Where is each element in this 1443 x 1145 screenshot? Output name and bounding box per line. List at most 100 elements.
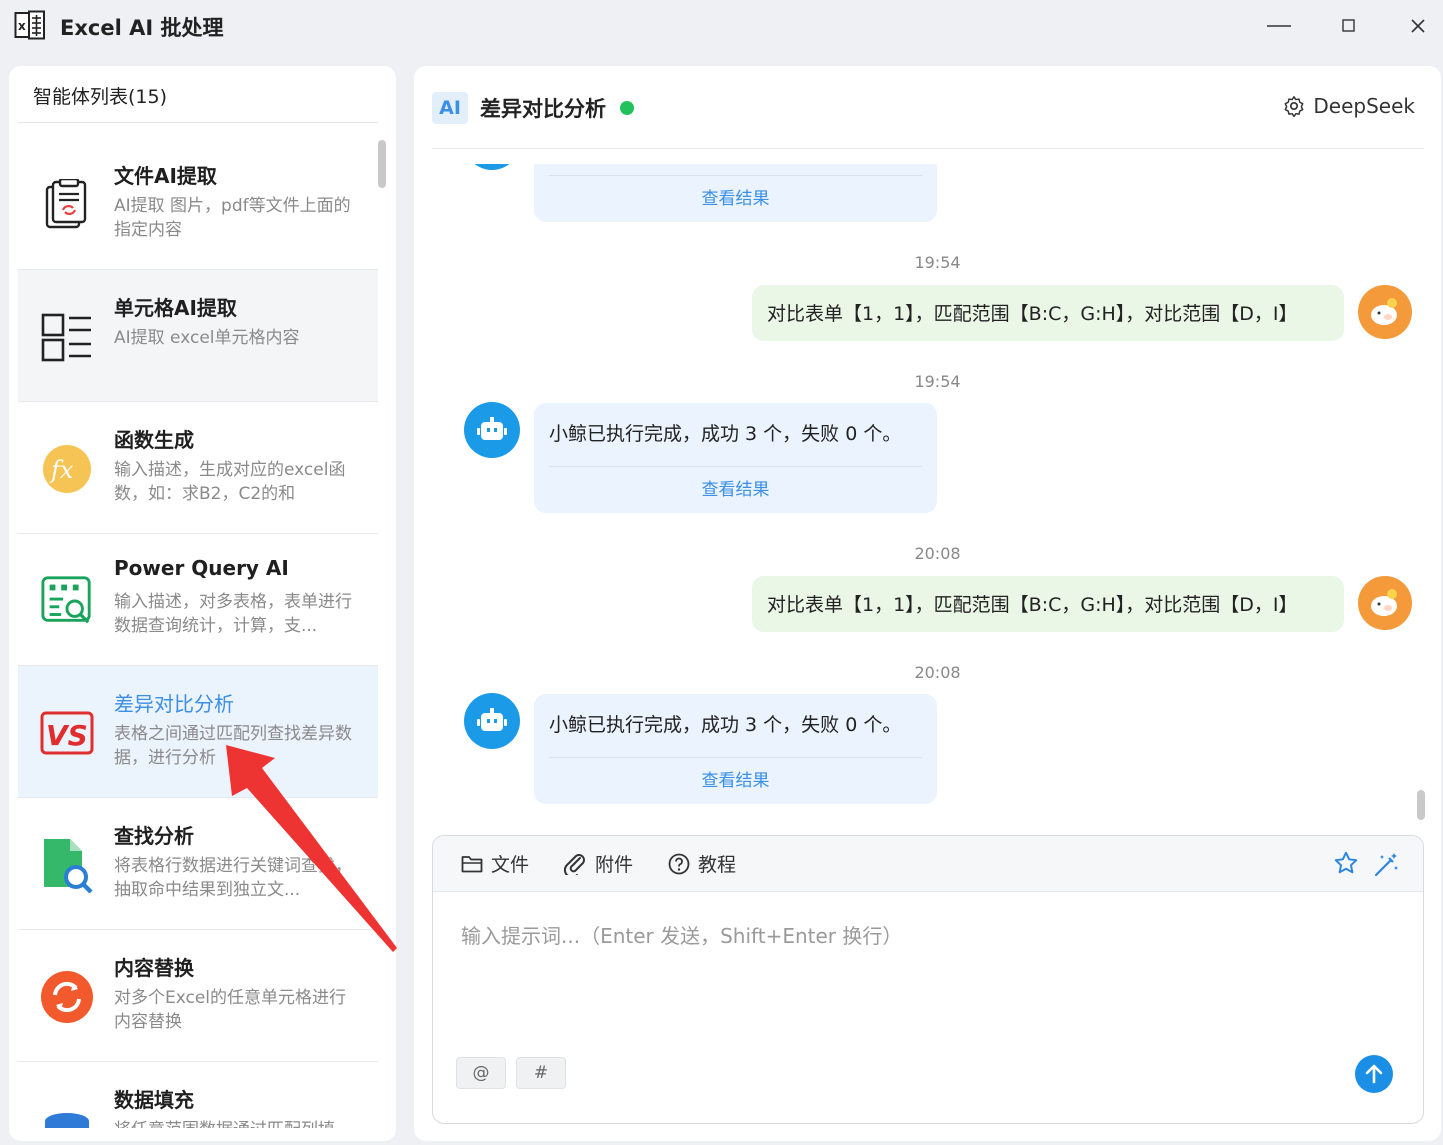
agent-desc: 输入描述，生成对应的excel函数，如：求B2，C2的和 <box>114 460 346 504</box>
paperclip-icon <box>563 853 585 875</box>
magic-button[interactable] <box>1373 850 1401 882</box>
divider <box>432 148 1424 149</box>
agent-item-diff-compare[interactable]: VS 差异对比分析 表格之间通过匹配列查找差异数据，进行分析 <box>18 666 378 798</box>
agent-item-data-fill[interactable]: 数据填充 将任意范围数据通过匹配列填 <box>18 1062 378 1128</box>
composer-toolbar: 文件 附件 教程 <box>433 836 1423 892</box>
agent-item-function-gen[interactable]: fx 函数生成 输入描述，生成对应的excel函数，如：求B2，C2的和 <box>18 402 378 534</box>
pig-avatar-icon <box>1371 298 1397 325</box>
robot-icon <box>477 708 507 731</box>
agent-name: 数据填充 <box>114 1088 194 1112</box>
minimize-button[interactable] <box>1259 10 1299 42</box>
help-icon <box>668 853 690 874</box>
mention-chip[interactable]: @ <box>456 1057 506 1089</box>
agent-desc: AI提取 excel单元格内容 <box>114 328 300 348</box>
vs-icon: VS <box>40 706 94 760</box>
view-result-link[interactable]: 查看结果 <box>534 184 937 209</box>
bot-avatar <box>464 402 520 458</box>
maximize-button[interactable] <box>1329 10 1369 42</box>
agent-name: 差异对比分析 <box>114 692 234 716</box>
composer: 文件 附件 教程 输入提示词...（Enter 发送，Shift+Enter 换… <box>432 835 1424 1124</box>
agent-item-search-analysis[interactable]: 查找分析 将表格行数据进行关键词查找，抽取命中结果到独立文... <box>18 798 378 930</box>
gear-icon <box>1284 96 1304 117</box>
agent-desc: 表格之间通过匹配列查找差异数据，进行分析 <box>114 724 352 768</box>
hashtag-chip[interactable]: # <box>516 1057 566 1089</box>
svg-text:VS: VS <box>46 719 88 752</box>
divider <box>549 757 922 758</box>
tutorial-label: 教程 <box>698 854 737 876</box>
pig-avatar-icon <box>1371 589 1397 616</box>
user-message: 对比表单【1，1】，匹配范围【B:C，G:H】，对比范围【D，I】 <box>752 576 1344 632</box>
agent-desc: 输入描述，对多表格，表单进行数据查询统计，计算，支... <box>114 592 352 636</box>
close-icon <box>1411 19 1425 33</box>
agent-desc: 将表格行数据进行关键词查找，抽取命中结果到独立文... <box>114 856 352 900</box>
user-avatar[interactable] <box>1358 576 1412 630</box>
ai-badge: AI <box>432 92 468 124</box>
folder-icon <box>461 855 483 872</box>
user-avatar[interactable] <box>1358 285 1412 339</box>
bot-avatar <box>464 164 520 170</box>
chat-scrollbar[interactable] <box>1417 790 1425 820</box>
bot-avatar <box>464 693 520 749</box>
agent-list-header: 智能体列表(15) <box>33 86 168 108</box>
cell-list-icon <box>40 310 94 364</box>
bot-message: 小鲸已执行完成，成功 3 个，失败 0 个。 查看结果 <box>534 694 937 804</box>
agent-list[interactable]: 文件AI提取 AI提取 图片，pdf等文件上面的指定内容 单元格AI提取 AI提… <box>18 138 378 1128</box>
bot-message-text: 小鲸已执行完成，成功 3 个，失败 0 个。 <box>549 423 902 445</box>
sidebar-scrollbar[interactable] <box>378 140 386 188</box>
agent-item-power-query[interactable]: Power Query AI 输入描述，对多表格，表单进行数据查询统计，计算，支… <box>18 534 378 666</box>
model-selector[interactable]: DeepSeek <box>1283 94 1415 118</box>
star-icon <box>1334 851 1358 874</box>
agent-item-content-replace[interactable]: 内容替换 对多个Excel的任意单元格进行内容替换 <box>18 930 378 1062</box>
app-title: Excel AI 批处理 <box>60 16 224 40</box>
bot-message-text: 小鲸已执行完成，成功 3 个，失败 0 个。 <box>549 714 902 736</box>
send-button[interactable] <box>1355 1055 1393 1093</box>
attach-button[interactable]: 附件 <box>563 850 633 877</box>
minimize-icon <box>1267 25 1291 27</box>
excel-logo-icon: x <box>14 10 46 40</box>
replace-icon <box>40 970 94 1024</box>
agent-desc: AI提取 图片，pdf等文件上面的指定内容 <box>114 196 351 240</box>
close-button[interactable] <box>1398 10 1438 42</box>
agent-name: Power Query AI <box>114 556 289 580</box>
timestamp: 19:54 <box>914 253 961 272</box>
svg-text:x: x <box>18 19 26 33</box>
message-list[interactable]: 查看结果 19:54 对比表单【1，1】，匹配范围【B:C，G:H】，对比范围【… <box>414 164 1441 824</box>
bot-message: 查看结果 <box>534 164 937 222</box>
file-label: 文件 <box>491 854 530 876</box>
database-icon <box>40 1104 94 1128</box>
bot-message: 小鲸已执行完成，成功 3 个，失败 0 个。 查看结果 <box>534 403 937 513</box>
agent-sidebar: 智能体列表(15) 文件AI提取 AI提取 图片，pdf等文件上面的指定内容 单… <box>9 66 396 1141</box>
file-button[interactable]: 文件 <box>461 850 529 877</box>
agent-desc: 对多个Excel的任意单元格进行内容替换 <box>114 988 347 1032</box>
divider <box>549 466 922 467</box>
chat-title: 差异对比分析 <box>480 97 606 121</box>
timestamp: 19:54 <box>914 372 961 391</box>
agent-item-cell-extract[interactable]: 单元格AI提取 AI提取 excel单元格内容 <box>18 270 378 402</box>
agent-name: 文件AI提取 <box>114 164 217 188</box>
svg-text:fx: fx <box>49 456 74 484</box>
timestamp: 20:08 <box>914 544 961 563</box>
chat-panel: AI 差异对比分析 DeepSeek 查看结果 19:54 对比表单【1，1】，… <box>414 66 1441 1141</box>
view-result-link[interactable]: 查看结果 <box>534 766 937 791</box>
query-icon <box>40 574 94 628</box>
attach-label: 附件 <box>595 854 634 876</box>
timestamp: 20:08 <box>914 663 961 682</box>
robot-icon <box>477 417 507 440</box>
file-extract-icon <box>40 178 94 232</box>
agent-name: 单元格AI提取 <box>114 296 237 320</box>
divider <box>549 175 922 176</box>
maximize-icon <box>1342 19 1355 32</box>
title-bar: x Excel AI 批处理 <box>0 0 1443 54</box>
arrow-up-icon <box>1365 1064 1383 1084</box>
tutorial-button[interactable]: 教程 <box>668 850 736 877</box>
search-doc-icon <box>40 838 94 893</box>
divider <box>18 122 378 123</box>
agent-name: 函数生成 <box>114 428 194 452</box>
agent-name: 查找分析 <box>114 824 194 848</box>
prompt-input[interactable] <box>461 920 1391 1040</box>
favorite-button[interactable] <box>1333 850 1359 880</box>
model-name: DeepSeek <box>1313 94 1415 118</box>
status-dot <box>620 101 634 115</box>
agent-item-file-extract[interactable]: 文件AI提取 AI提取 图片，pdf等文件上面的指定内容 <box>18 138 378 270</box>
view-result-link[interactable]: 查看结果 <box>534 475 937 500</box>
